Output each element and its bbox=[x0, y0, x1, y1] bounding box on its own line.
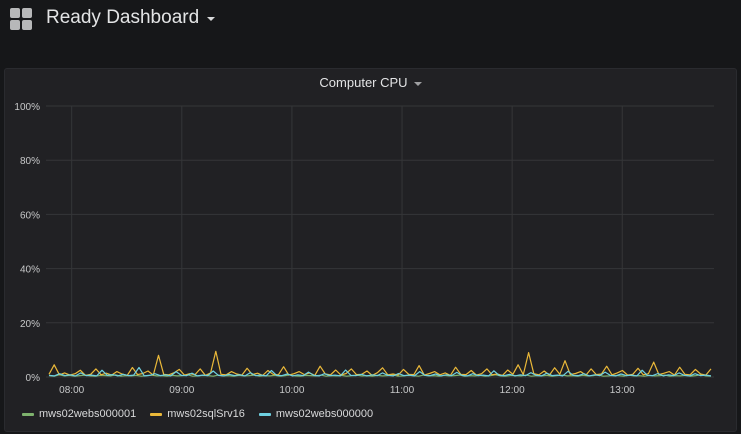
y-tick-label: 0% bbox=[26, 373, 41, 384]
x-tick-label: 09:00 bbox=[169, 385, 194, 396]
legend-label: mws02sqlSrv16 bbox=[167, 408, 245, 420]
x-tick-label: 12:00 bbox=[500, 385, 525, 396]
cpu-line-chart: 0% 20% 40% 60% 80% 100% 08:00 09:00 10:00 11:00 12… bbox=[14, 102, 714, 396]
y-tick-label: 20% bbox=[20, 319, 40, 330]
legend-swatch bbox=[258, 412, 271, 416]
y-tick-label: 80% bbox=[20, 156, 40, 167]
y-tick-label: 40% bbox=[20, 265, 40, 276]
x-tick-label: 13:00 bbox=[610, 385, 635, 396]
legend-label: mws02webs000000 bbox=[275, 408, 374, 420]
x-tick-label: 10:00 bbox=[279, 385, 304, 396]
legend-swatch bbox=[150, 412, 163, 416]
legend-label: mws02webs000001 bbox=[39, 408, 137, 420]
x-tick-label: 11:00 bbox=[390, 385, 415, 396]
legend-item-mws02sqlSrv16[interactable]: mws02sqlSrv16 bbox=[150, 408, 245, 420]
y-tick-label: 100% bbox=[14, 102, 40, 113]
legend-swatch bbox=[22, 412, 34, 416]
y-tick-label: 60% bbox=[20, 210, 40, 221]
chart-legend: mws02webs000001 mws02sqlSrv16 mws02webs000… bbox=[22, 408, 373, 420]
legend-item-mws02webs000000[interactable]: mws02webs000000 bbox=[258, 408, 374, 420]
x-tick-label: 08:00 bbox=[59, 385, 84, 396]
legend-item-mws02webs000001[interactable]: mws02webs000001 bbox=[22, 408, 136, 420]
series-line-mws02sqlSrv16 bbox=[48, 350, 712, 376]
